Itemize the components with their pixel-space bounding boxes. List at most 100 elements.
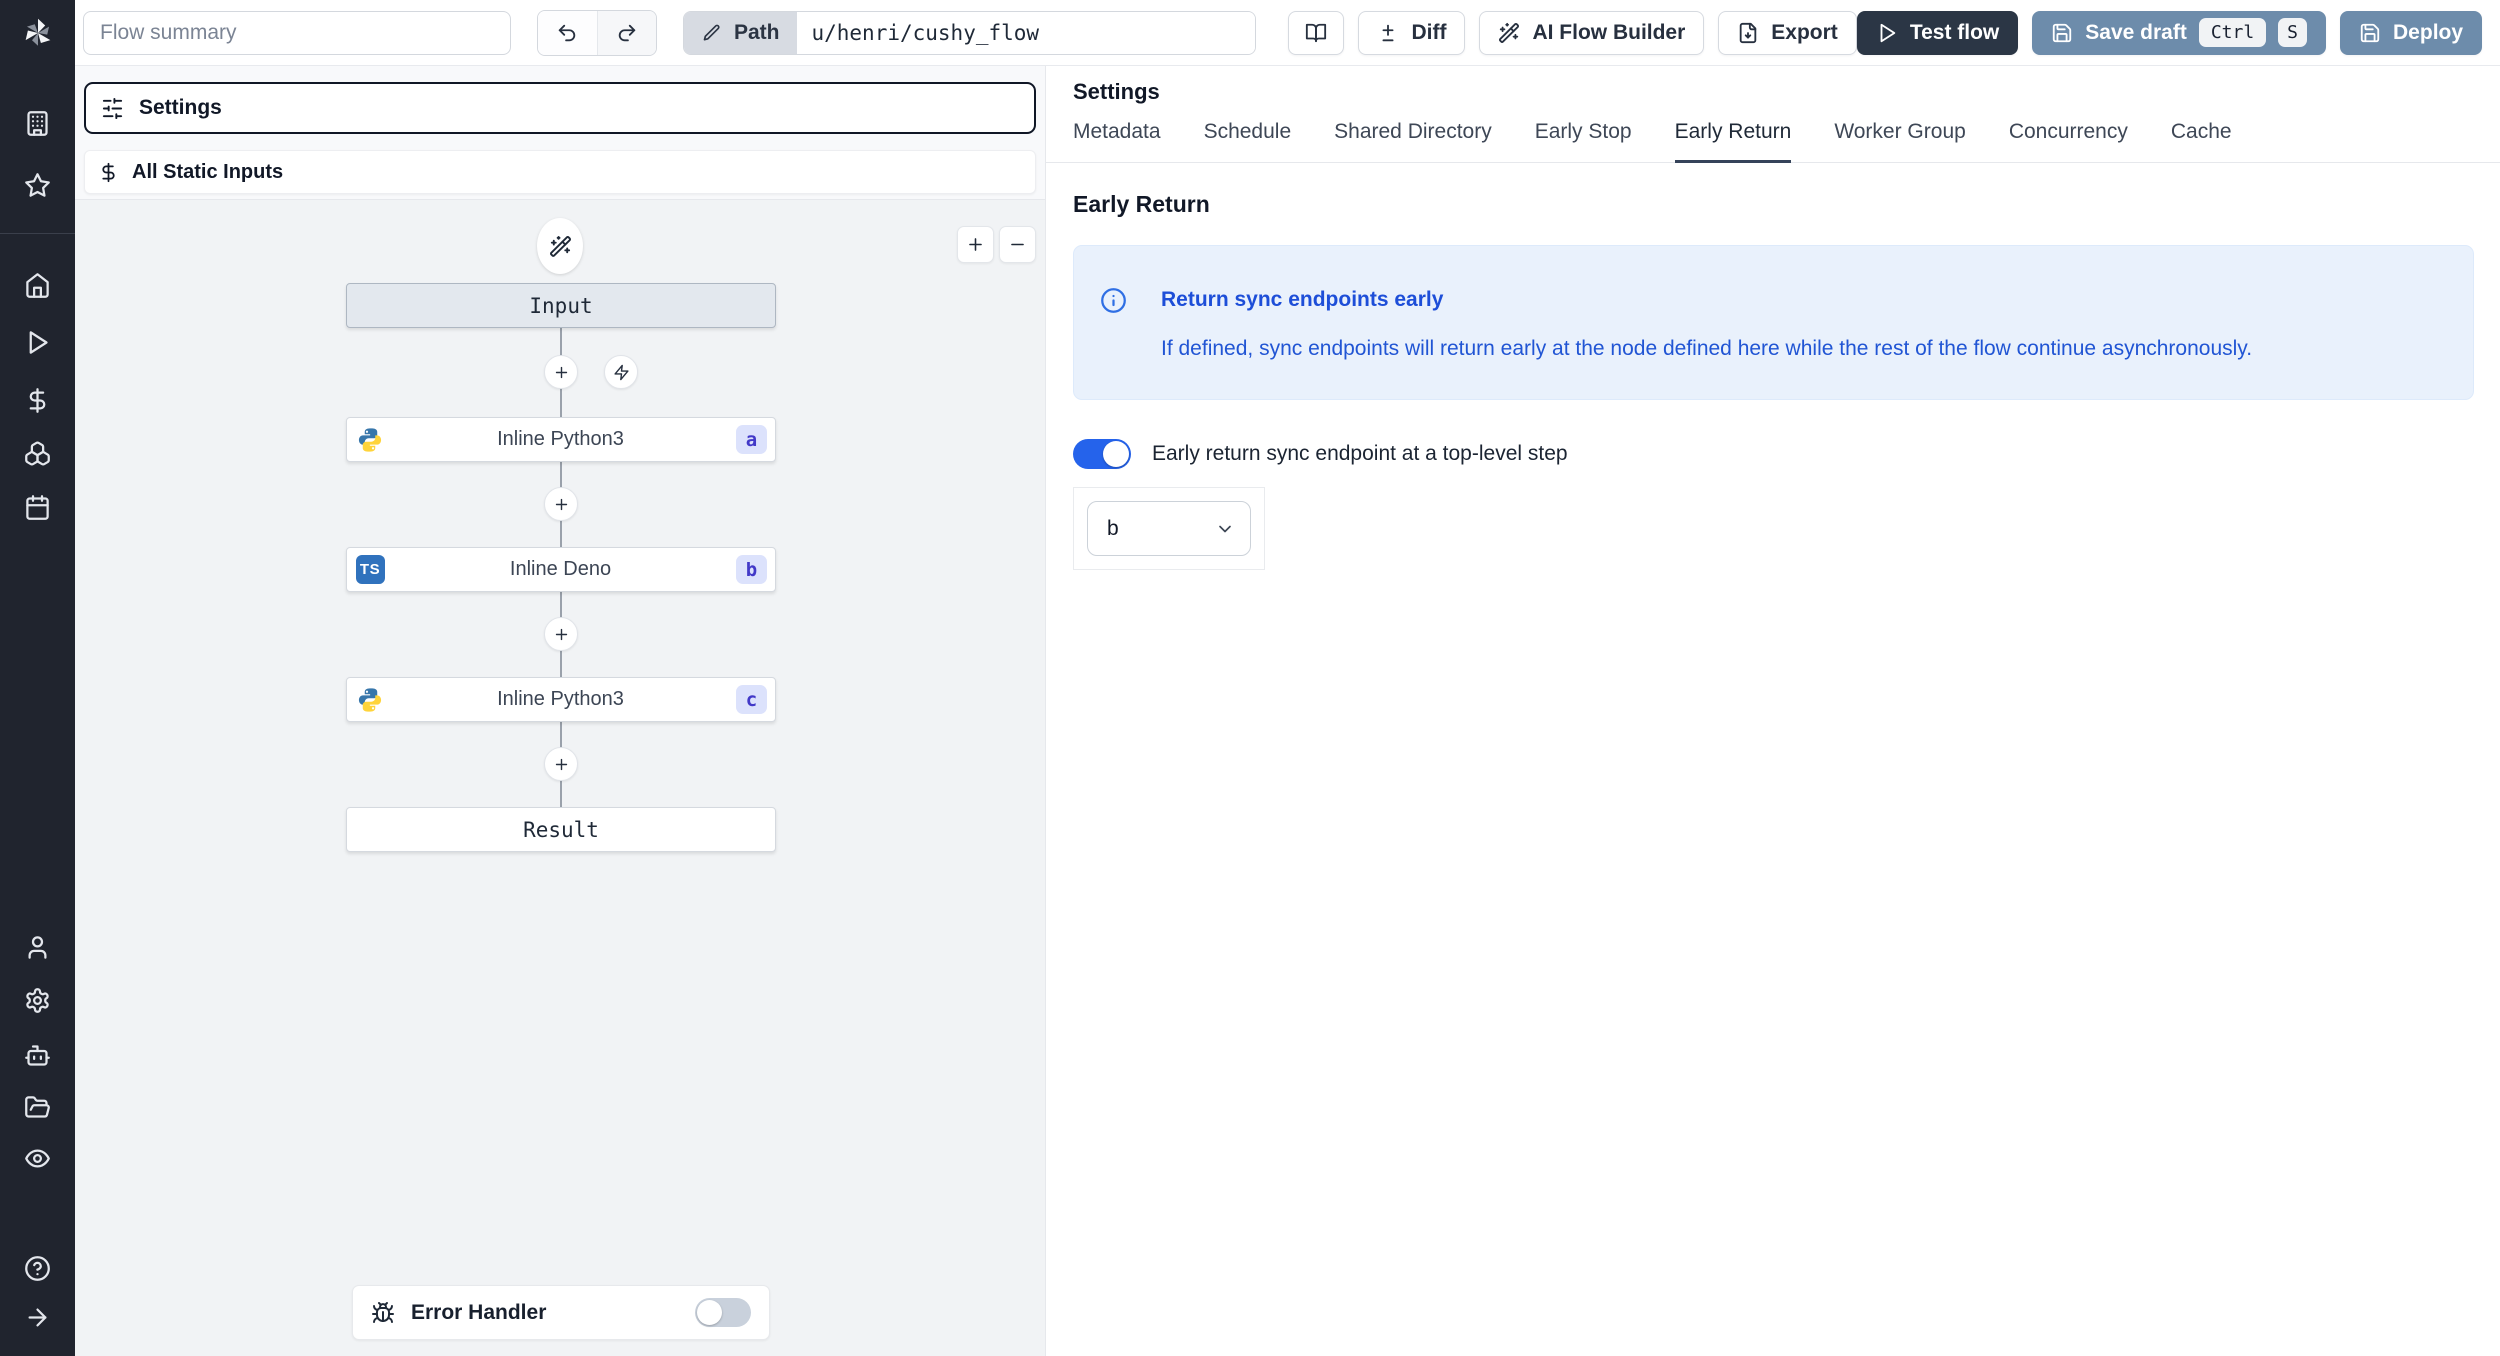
diff-icon bbox=[1382, 24, 1394, 41]
tab-schedule[interactable]: Schedule bbox=[1204, 120, 1292, 163]
error-handler-toggle[interactable] bbox=[695, 1298, 751, 1327]
deploy-button[interactable]: Deploy bbox=[2340, 10, 2483, 55]
zoom-in-button[interactable] bbox=[957, 226, 994, 263]
test-flow-button[interactable]: Test flow bbox=[1856, 10, 2019, 55]
home-icon bbox=[26, 272, 49, 298]
tab-concurrency[interactable]: Concurrency bbox=[2009, 120, 2128, 163]
help-circle-icon bbox=[25, 1255, 50, 1281]
step-id-badge: c bbox=[736, 685, 767, 714]
folder-open-icon bbox=[25, 1095, 50, 1118]
early-return-toggle[interactable] bbox=[1073, 439, 1131, 469]
dollar-icon bbox=[29, 387, 46, 413]
sidebar-item-resources[interactable] bbox=[16, 431, 60, 475]
info-title: Return sync endpoints early bbox=[1161, 288, 1444, 311]
star-icon bbox=[25, 172, 50, 197]
save-draft-label: Save draft bbox=[2085, 20, 2187, 44]
flow-step-node-b[interactable]: TS Inline Deno b bbox=[346, 547, 776, 592]
book-open-icon bbox=[1306, 23, 1327, 42]
sidebar-item-workers[interactable] bbox=[16, 1033, 60, 1077]
plus-icon bbox=[969, 238, 982, 251]
sidebar-item-settings[interactable] bbox=[16, 978, 60, 1022]
sidebar-item-runs[interactable] bbox=[16, 320, 60, 364]
flow-step-node-a[interactable]: Inline Python3 a bbox=[346, 417, 776, 462]
plus-icon bbox=[555, 628, 567, 640]
toggle-knob bbox=[1103, 441, 1129, 467]
step-id-badge: b bbox=[736, 555, 767, 584]
shortcut-ctrl-key: Ctrl bbox=[2198, 18, 2267, 47]
export-button[interactable]: Export bbox=[1718, 10, 1857, 55]
early-return-step-select[interactable]: b bbox=[1087, 501, 1251, 556]
sidebar-item-variables[interactable] bbox=[16, 378, 60, 422]
sidebar-item-home[interactable] bbox=[16, 263, 60, 307]
plus-icon bbox=[555, 758, 567, 770]
all-static-inputs-button[interactable]: All Static Inputs bbox=[84, 150, 1036, 194]
flow-header: Settings All Static Inputs bbox=[75, 66, 1045, 200]
step-id-badge: a bbox=[736, 425, 767, 454]
step-title: Inline Python3 bbox=[497, 688, 624, 710]
tutorials-button[interactable] bbox=[1288, 10, 1345, 55]
tab-early-stop[interactable]: Early Stop bbox=[1535, 120, 1632, 163]
save-icon bbox=[2053, 23, 2072, 42]
windmill-flow-editor: Path Diff AI Flow Builder Export Test fl… bbox=[0, 0, 2500, 1356]
edit-path-button[interactable]: Path bbox=[683, 11, 798, 54]
info-icon bbox=[1101, 288, 1126, 313]
sidebar-item-audit-logs[interactable] bbox=[16, 1136, 60, 1180]
error-handler-label: Error Handler bbox=[411, 1300, 547, 1324]
path-input[interactable] bbox=[797, 11, 1256, 54]
ai-flow-builder-button[interactable]: AI Flow Builder bbox=[1479, 10, 1705, 55]
play-icon bbox=[29, 330, 48, 354]
add-step-button[interactable] bbox=[544, 355, 578, 389]
play-icon bbox=[1880, 23, 1896, 42]
sidebar-item-folders[interactable] bbox=[16, 1085, 60, 1129]
redo-icon bbox=[618, 24, 636, 41]
result-node[interactable]: Result bbox=[346, 807, 776, 852]
ai-builder-fab[interactable] bbox=[537, 218, 583, 274]
tab-shared-directory[interactable]: Shared Directory bbox=[1334, 120, 1492, 163]
sidebar-item-schedules[interactable] bbox=[16, 485, 60, 529]
zap-icon bbox=[613, 364, 629, 380]
sidebar-item-workspace[interactable] bbox=[16, 101, 60, 145]
add-step-button[interactable] bbox=[544, 617, 578, 651]
sidebar-item-expand[interactable] bbox=[16, 1295, 60, 1339]
tab-early-return[interactable]: Early Return bbox=[1674, 120, 1792, 163]
error-handler-node[interactable]: Error Handler bbox=[352, 1285, 770, 1340]
add-step-button[interactable] bbox=[544, 487, 578, 521]
sidebar-divider bbox=[0, 233, 75, 234]
plus-icon bbox=[555, 498, 567, 510]
early-return-toggle-label: Early return sync endpoint at a top-leve… bbox=[1152, 442, 1568, 465]
flow-settings-button[interactable]: Settings bbox=[84, 82, 1036, 134]
toggle-knob bbox=[697, 1300, 722, 1325]
minus-icon bbox=[1011, 243, 1024, 246]
flow-step-node-c[interactable]: Inline Python3 c bbox=[346, 677, 776, 722]
tab-metadata[interactable]: Metadata bbox=[1073, 120, 1161, 163]
input-node[interactable]: Input bbox=[346, 283, 776, 328]
flow-settings-label: Settings bbox=[139, 96, 222, 119]
sidebar-item-users[interactable] bbox=[16, 925, 60, 969]
sidebar-item-favorites[interactable] bbox=[16, 163, 60, 207]
add-trigger-button[interactable] bbox=[604, 355, 638, 389]
plus-icon bbox=[555, 366, 567, 378]
python-icon bbox=[355, 685, 385, 715]
bug-icon bbox=[372, 1301, 394, 1323]
redo-button[interactable] bbox=[596, 10, 656, 55]
gear-icon bbox=[26, 987, 49, 1013]
tab-worker-group[interactable]: Worker Group bbox=[1834, 120, 1966, 163]
sidebar-item-help[interactable] bbox=[16, 1246, 60, 1290]
tab-cache[interactable]: Cache bbox=[2171, 120, 2232, 163]
settings-panel: Settings Metadata Schedule Shared Direct… bbox=[1045, 66, 2500, 1356]
step-title: Inline Deno bbox=[509, 558, 612, 580]
dollar-icon bbox=[102, 162, 115, 182]
early-return-heading: Early Return bbox=[1073, 191, 1210, 217]
zoom-out-button[interactable] bbox=[999, 226, 1036, 263]
sliders-icon bbox=[102, 97, 123, 119]
flow-summary-input[interactable] bbox=[83, 10, 511, 55]
selected-step-value: b bbox=[1107, 516, 1119, 540]
undo-button[interactable] bbox=[537, 10, 597, 55]
path-label: Path bbox=[733, 20, 780, 44]
add-step-button[interactable] bbox=[544, 747, 578, 781]
flow-graph-canvas[interactable]: Input Inline Python3 a TS Inline Deno b … bbox=[75, 200, 1045, 1356]
save-draft-button[interactable]: Save draft Ctrl S bbox=[2032, 10, 2327, 55]
diff-button[interactable]: Diff bbox=[1358, 10, 1466, 55]
all-static-inputs-label: All Static Inputs bbox=[132, 160, 284, 183]
windmill-logo-icon[interactable] bbox=[17, 12, 59, 54]
